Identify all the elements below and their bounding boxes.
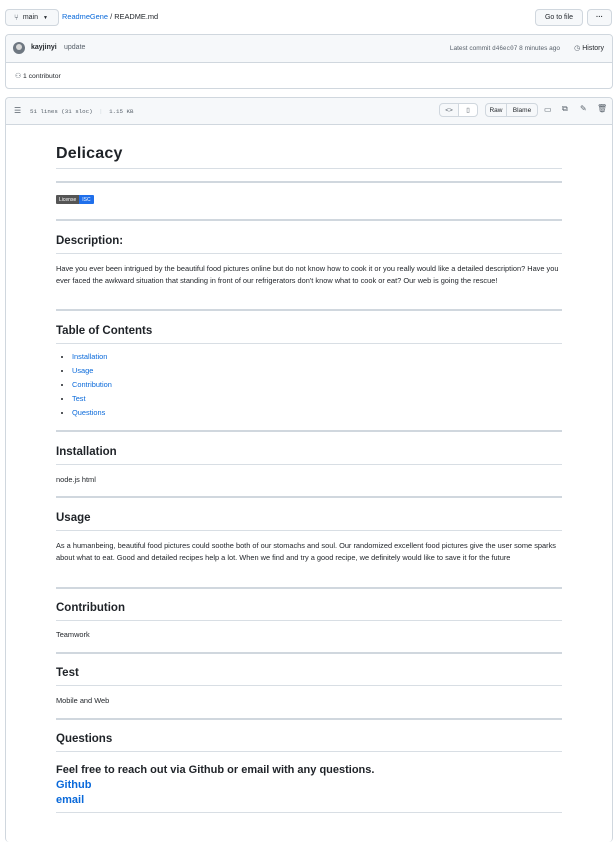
questions-text: Feel free to reach out via Github or ema… <box>56 764 375 776</box>
installation-text: node.js html <box>56 475 96 484</box>
questions-heading: Questions <box>56 733 113 745</box>
list-item: Usage <box>72 364 112 378</box>
commit-author[interactable]: kayjinyi <box>31 44 57 51</box>
blame-button[interactable]: Blame <box>506 103 538 117</box>
toc-link-installation[interactable]: Installation <box>72 352 107 361</box>
file-lines: 51 lines (31 sloc) <box>30 108 93 115</box>
contribution-text: Teamwork <box>56 630 90 639</box>
toc-link-questions[interactable]: Questions <box>72 408 105 417</box>
contribution-heading: Contribution <box>56 602 125 614</box>
list-item: Questions <box>72 406 112 420</box>
go-to-file-button[interactable]: Go to file <box>535 9 583 26</box>
raw-button[interactable]: Raw <box>485 103 507 117</box>
branch-name: main <box>22 14 38 21</box>
commit-hash-link[interactable]: d46ec07 <box>492 45 517 52</box>
trash-icon[interactable]: 🗑 <box>597 104 607 113</box>
branch-selector[interactable]: ⑂ main ▼ <box>5 9 59 26</box>
contributors[interactable]: ⚇ 1 contributor <box>15 72 61 80</box>
breadcrumb-file: README.md <box>114 12 159 21</box>
description-text: Have you ever been intrigued by the beau… <box>56 264 559 285</box>
chevron-down-icon: ▼ <box>43 14 48 21</box>
latest-commit-info: Latest commit d46ec07 8 minutes ago <box>450 45 560 52</box>
breadcrumb-repo-link[interactable]: ReadmeGene <box>62 12 108 21</box>
file-info: 51 lines (31 sloc) | 1.15 KB <box>30 108 133 115</box>
readme-title: Delicacy <box>56 145 123 162</box>
heading-underline <box>56 685 562 686</box>
history-label: History <box>582 45 604 52</box>
breadcrumb-separator: / <box>110 12 113 21</box>
file-size: 1.15 KB <box>109 108 134 115</box>
divider <box>56 652 562 654</box>
description-heading: Description: <box>56 235 124 247</box>
heading-underline <box>56 253 562 254</box>
copy-icon[interactable]: ⧉ <box>562 104 568 114</box>
toc-heading: Table of Contents <box>56 325 153 337</box>
license-badge[interactable]: License ISC <box>56 195 94 204</box>
toc-list: Installation Usage Contribution Test Que… <box>60 350 112 420</box>
file-icon: ▯ <box>466 107 470 114</box>
file-info-divider: | <box>99 108 103 115</box>
usage-heading: Usage <box>56 512 91 524</box>
test-heading: Test <box>56 667 79 679</box>
toc-link-usage[interactable]: Usage <box>72 366 93 375</box>
email-link[interactable]: email <box>56 794 84 806</box>
outline-icon[interactable]: ☰ <box>14 106 21 115</box>
commit-message[interactable]: update <box>64 44 85 51</box>
list-item: Test <box>72 392 112 406</box>
breadcrumb: ReadmeGene / README.md <box>62 12 158 21</box>
file-box <box>5 97 613 842</box>
desktop-icon[interactable]: ▭ <box>544 105 552 114</box>
installation-heading: Installation <box>56 446 117 458</box>
history-icon: ◷ <box>574 45 581 52</box>
contributors-label: 1 contributor <box>22 73 61 80</box>
history-link[interactable]: ◷ History <box>574 44 604 52</box>
heading-underline <box>56 620 562 621</box>
github-link[interactable]: Github <box>56 779 91 791</box>
divider <box>56 430 562 432</box>
toc-link-test[interactable]: Test <box>72 394 86 403</box>
badge-label: License <box>56 195 80 204</box>
people-icon: ⚇ <box>15 73 22 80</box>
preview-button[interactable]: ▯ <box>458 103 478 117</box>
latest-commit-label: Latest commit <box>449 45 491 52</box>
commit-box: kayjinyi update Latest commit d46ec07 8 … <box>5 34 613 89</box>
avatar[interactable] <box>13 42 25 54</box>
heading-underline <box>56 464 562 465</box>
branch-icon: ⑂ <box>14 13 19 22</box>
divider <box>56 496 562 498</box>
usage-text: As a humanbeing, beautiful food pictures… <box>56 541 556 562</box>
divider <box>56 718 562 720</box>
pencil-icon[interactable]: ✎ <box>580 104 587 113</box>
heading-underline <box>56 530 562 531</box>
heading-underline <box>56 751 562 752</box>
list-item: Installation <box>72 350 112 364</box>
toc-link-contribution[interactable]: Contribution <box>72 380 112 389</box>
divider <box>56 309 562 311</box>
heading-underline <box>56 343 562 344</box>
badge-value: ISC <box>79 195 94 204</box>
more-options-button[interactable]: ··· <box>587 9 612 26</box>
list-item: Contribution <box>72 378 112 392</box>
code-icon: <> <box>445 106 453 114</box>
code-view-button[interactable]: <> <box>439 103 459 117</box>
divider <box>56 587 562 589</box>
divider <box>56 219 562 221</box>
test-text: Mobile and Web <box>56 696 110 705</box>
divider <box>56 181 562 183</box>
commit-time: 8 minutes ago <box>519 45 560 52</box>
divider <box>56 812 562 813</box>
title-underline <box>56 168 562 169</box>
